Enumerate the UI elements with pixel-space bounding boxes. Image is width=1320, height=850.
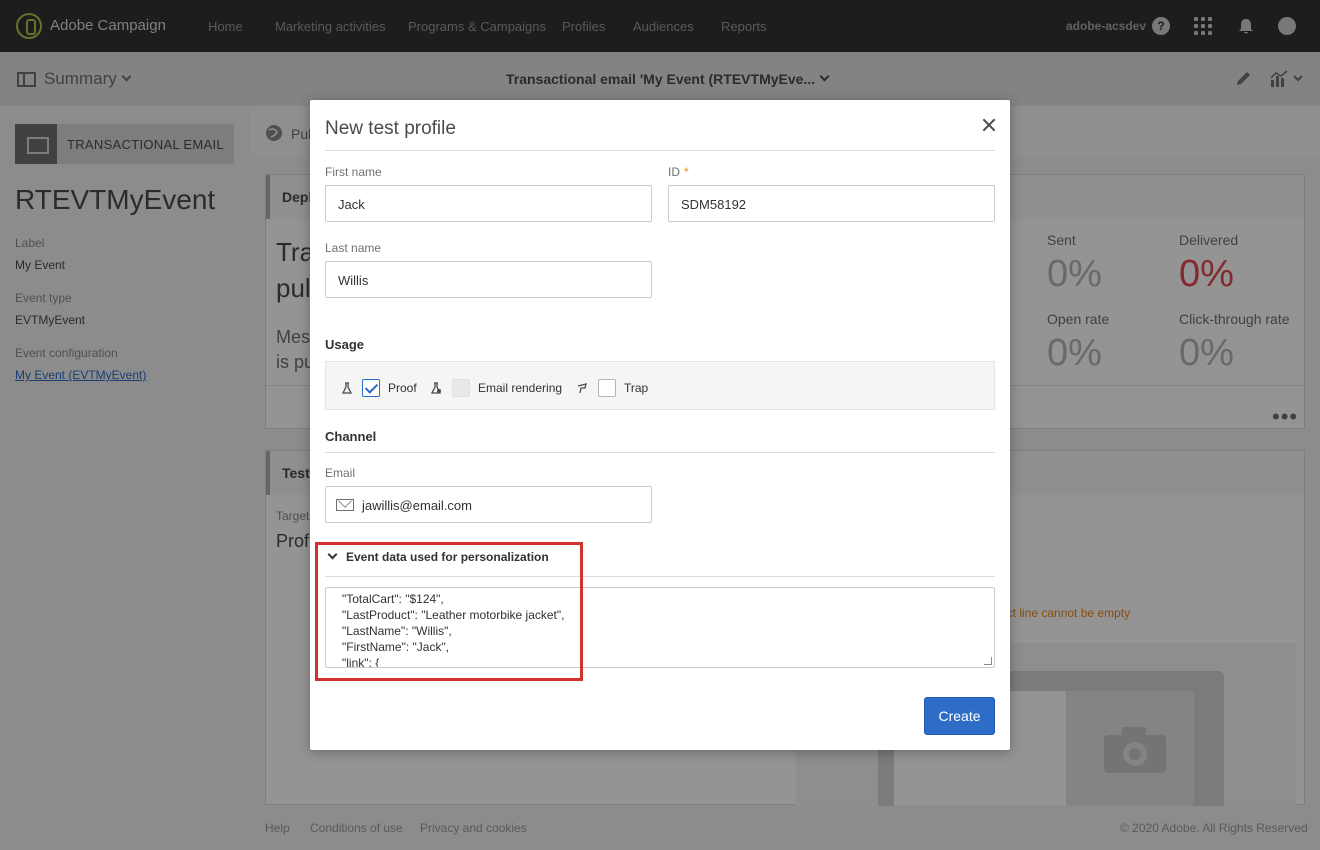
email-label: Email [325,466,356,480]
id-label-text: ID [668,165,680,179]
close-icon[interactable] [982,118,996,132]
mail-icon [336,499,354,511]
usage-title: Usage [325,337,365,352]
proof-checkbox[interactable] [362,379,380,397]
last-name-input[interactable]: Willis [325,261,652,298]
first-name-label: First name [325,165,382,179]
flask-icon [342,382,352,394]
email-value: jawillis@email.com [362,498,472,513]
channel-divider [325,452,995,453]
last-name-label: Last name [325,241,382,255]
email-input[interactable]: jawillis@email.com [325,486,652,523]
annotation-highlight-box [315,542,583,681]
new-test-profile-dialog: New test profile First name Jack ID * SDM… [310,100,1010,750]
resize-handle-icon[interactable] [984,657,992,665]
dialog-title: New test profile [325,118,456,139]
channel-title: Channel [325,429,377,444]
email-rendering-checkbox[interactable] [452,379,470,397]
rendering-flask-icon [431,382,441,394]
trap-icon [577,383,587,394]
usage-options: Proof Email rendering Trap [325,361,995,410]
first-name-input[interactable]: Jack [325,185,652,222]
required-marker: * [684,165,689,179]
proof-label: Proof [388,381,417,395]
create-button[interactable]: Create [924,697,995,735]
trap-label: Trap [624,381,649,395]
id-input[interactable]: SDM58192 [668,185,995,222]
id-label: ID * [668,165,689,179]
trap-checkbox[interactable] [598,379,616,397]
email-rendering-label: Email rendering [478,381,563,395]
title-divider [325,150,995,151]
